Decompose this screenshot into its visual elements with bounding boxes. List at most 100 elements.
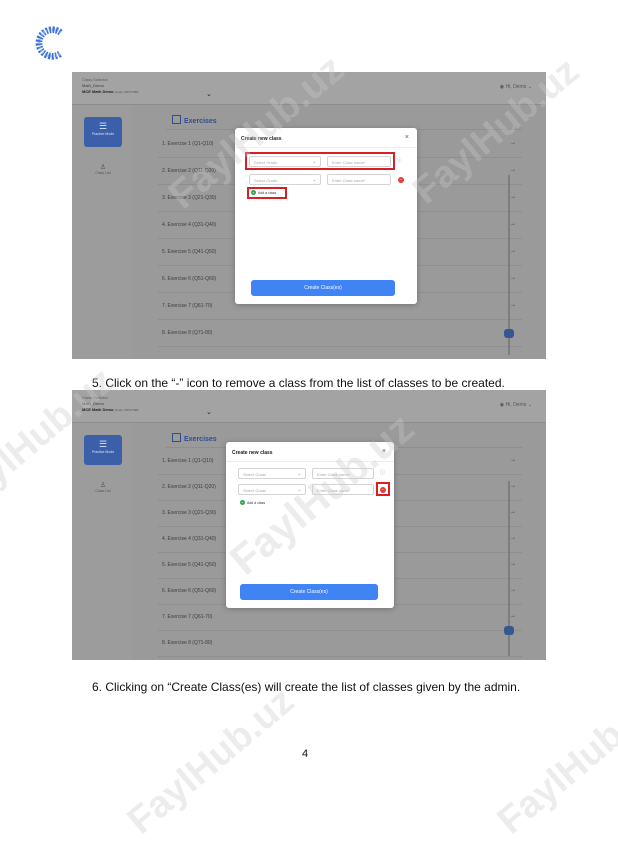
highlight-box [376,482,390,496]
arrow-right-icon: → [510,194,516,200]
chevron-down-icon[interactable]: ⌄ [206,90,212,98]
close-icon[interactable]: × [405,134,409,141]
grade-select[interactable]: Select Grade ⌄ [238,484,306,495]
sidebar-item-class-list[interactable]: ♙ Class List [84,481,122,493]
arrow-right-icon: → [510,561,516,567]
user-name: Math_Demo [82,83,104,88]
app-top-bar: Class Selector Math_Demo MCE Math Demo (… [72,390,546,423]
chevron-down-icon: ⌄ [312,177,316,182]
plus-icon: + [240,500,245,505]
arrow-right-icon: → [510,587,516,593]
exercise-title: 7. Exercise 7 (Q61-70) [162,303,213,309]
school-code: (Code: MPSYMB) [114,90,139,94]
sidebar-item-label: Class List [95,489,111,493]
input-placeholder: Enter Class name* [332,178,366,183]
class-name-field[interactable]: Enter Class name* [327,174,391,185]
info-icon: ⓘ [397,158,403,164]
arrow-right-icon: → [510,302,516,308]
screenshot-remove-class: Class Selector Math_Demo MCE Math Demo (… [72,390,546,660]
add-class-button[interactable]: + Add a class [240,500,265,505]
book-icon [172,433,181,442]
remove-class-icon[interactable]: − [398,177,404,183]
sidebar-item-class-list[interactable]: ♙ Class List [84,163,122,175]
modal-title: Create new class [241,136,282,142]
grade-select[interactable]: Select Grade ⌄ [249,174,321,185]
school-name[interactable]: MCE Math Demo (Code: MPSYMB) [82,407,139,412]
grade-select[interactable]: Select Grade ⌄ [238,468,306,479]
input-placeholder: Enter Class name* [317,472,351,477]
arrow-right-icon: → [510,457,516,463]
sidebar: ☰ Practice Mode ♙ Class List [72,423,132,660]
person-icon: ♙ [99,164,107,171]
sidebar: ☰ Practice Mode ♙ Class List [72,105,132,359]
exercise-title: 5. Exercise 5 (Q41-Q50) [162,249,217,255]
exercise-title: 3. Exercise 3 (Q21-Q30) [162,510,217,516]
exercise-title: 2. Exercise 2 (Q11-Q20) [162,168,216,174]
chat-icon[interactable] [504,626,514,635]
exercise-title: 2. Exercise 2 (Q11-Q20) [162,484,216,490]
chevron-down-icon: ⌄ [297,487,301,492]
chevron-down-icon[interactable]: ⌄ [206,408,212,416]
greeting-text: Hi, Demo [505,402,527,408]
highlight-box [245,152,395,170]
input-placeholder: Enter Class name* [317,488,351,493]
user-name: Math_Demo [82,401,104,406]
sidebar-item-label: Practice Mode [91,450,115,454]
arrow-right-icon: → [510,167,516,173]
sidebar-item-label: Class List [95,171,111,175]
sidebar-item-practice-mode[interactable]: ☰ Practice Mode [84,435,122,465]
list-item[interactable]: 8. Exercise 8 (Q71-80) [158,630,522,657]
tab-label: Exercises [184,436,217,443]
divider [226,461,394,462]
user-greeting[interactable]: ◉ Hi, Demo ⌄ [500,402,532,408]
scrollbar[interactable] [508,175,510,355]
create-classes-button[interactable]: Create Class(es) [240,584,378,600]
school-code: (Code: MPSYMB) [114,408,139,412]
arrow-right-icon: → [510,509,516,515]
exercise-title: 1. Exercise 1 (Q1-Q10) [162,141,214,147]
arrow-right-icon: → [510,535,516,541]
create-class-modal: Create new class × Select Grade ⌄ Enter C… [226,442,394,608]
close-icon[interactable]: × [382,448,386,455]
arrow-right-icon: → [510,613,516,619]
exercise-title: 4. Exercise 4 (Q31-Q40) [162,222,217,228]
greeting-text: Hi, Demo [505,84,527,90]
create-classes-button[interactable]: Create Class(es) [251,280,395,296]
add-class-label: Add a class [247,501,266,505]
user-greeting[interactable]: ◉ Hi, Demo ⌄ [500,84,532,90]
school-name[interactable]: MCE Math Demo (Code: MPSYMB) [82,89,139,94]
screenshot-create-class-modal: Class Selector Math_Demo MCE Math Demo (… [72,72,546,359]
company-logo-icon [35,26,63,60]
tab-exercises[interactable]: Exercises [172,433,217,443]
page-number: 4 [302,748,309,760]
arrow-right-icon: → [510,248,516,254]
class-selector-label: Class Selector [82,395,108,400]
list-icon: ☰ [98,439,108,449]
list-icon: ☰ [98,121,108,131]
school-name-text: MCE Math Demo [82,407,114,412]
tab-exercises[interactable]: Exercises [172,115,217,125]
sidebar-item-label: Practice Mode [91,132,115,136]
person-icon: ♙ [99,482,107,489]
chat-icon[interactable] [504,329,514,338]
sidebar-item-practice-mode[interactable]: ☰ Practice Mode [84,117,122,147]
exercise-title: 8. Exercise 8 (Q71-80) [162,640,213,646]
app-top-bar: Class Selector Math_Demo MCE Math Demo (… [72,72,546,105]
select-placeholder: Select Grade [243,472,267,477]
list-item[interactable]: 8. Exercise 8 (Q71-80) [158,320,522,347]
exercise-title: 8. Exercise 8 (Q71-80) [162,330,213,336]
class-name-field[interactable]: Enter Class name* [312,468,374,479]
tab-label: Exercises [184,118,217,125]
exercise-title: 7. Exercise 7 (Q61-70) [162,614,213,620]
list-item[interactable]: 7. Exercise 7 (Q61-70) → [158,604,522,631]
step-6-caption: 6. Clicking on “Create Class(es) will cr… [92,680,521,694]
arrow-right-icon: → [510,275,516,281]
chevron-down-icon: ⌄ [297,471,301,476]
select-placeholder: Select Grade [254,178,278,183]
exercise-title: 3. Exercise 3 (Q21-Q30) [162,195,217,201]
info-icon: ⓘ [380,470,386,476]
class-selector-label: Class Selector [82,77,108,82]
class-name-field[interactable]: Enter Class name* [312,484,374,495]
exercise-title: 1. Exercise 1 (Q1-Q10) [162,458,214,464]
divider [235,147,417,148]
